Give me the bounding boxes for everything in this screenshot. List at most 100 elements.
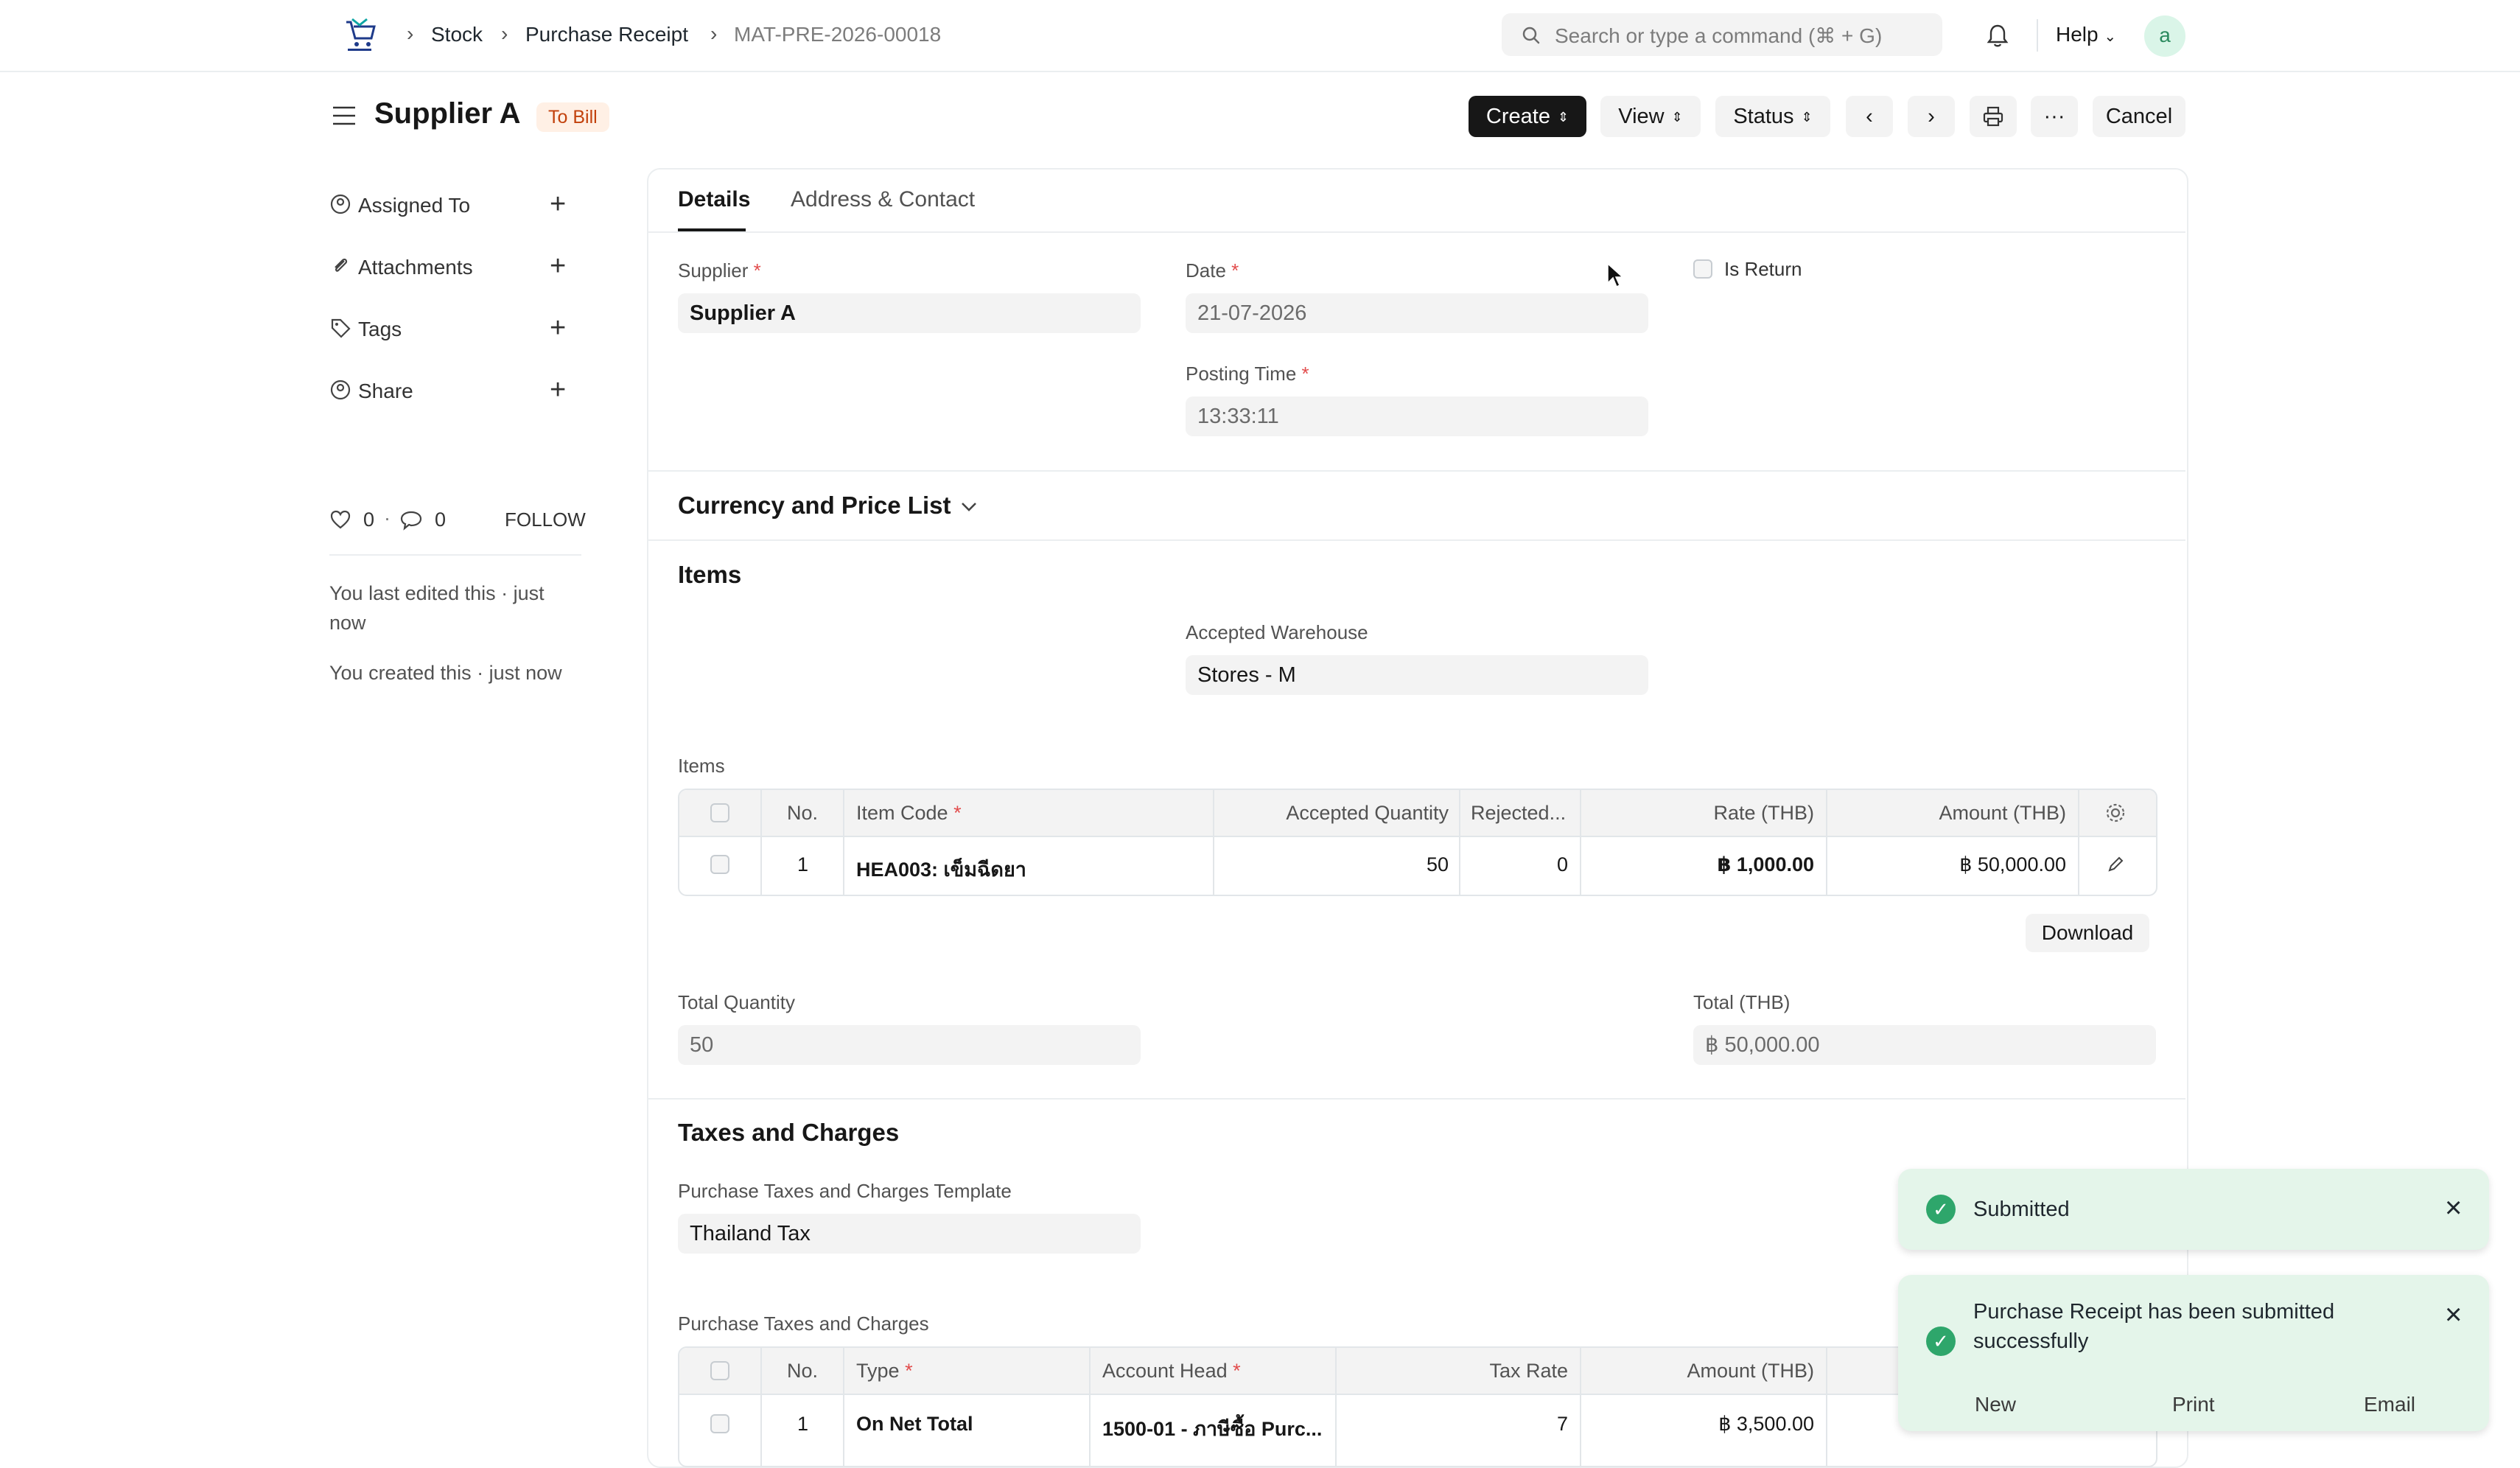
add-attachment-button[interactable]: + — [550, 252, 566, 280]
view-button[interactable]: View ⇕ — [1600, 96, 1701, 137]
download-button[interactable]: Download — [2026, 914, 2149, 952]
status-button[interactable]: Status ⇕ — [1715, 96, 1830, 137]
close-icon[interactable]: × — [2445, 1300, 2462, 1329]
bell-icon[interactable] — [1987, 24, 2009, 49]
chevron-right-icon: › — [710, 22, 718, 45]
column-divider — [843, 1348, 844, 1466]
close-icon[interactable]: × — [2445, 1193, 2462, 1223]
row-accepted-qty[interactable]: 50 — [1278, 853, 1449, 876]
row-type[interactable]: On Net Total — [856, 1413, 973, 1436]
tab-details[interactable]: Details — [678, 187, 750, 212]
search-placeholder: Search or type a command (⌘ + G) — [1555, 24, 1883, 47]
check-circle-icon: ✓ — [1926, 1195, 1956, 1224]
sidebar-item-attachments[interactable]: Attachments — [358, 256, 473, 279]
total-quantity-field: 50 — [678, 1025, 1141, 1065]
hamburger-menu-icon[interactable] — [332, 105, 357, 127]
row-tax-rate[interactable]: 7 — [1401, 1413, 1568, 1436]
sidebar-item-share[interactable]: Share — [358, 380, 413, 403]
breadcrumb-stock[interactable]: Stock — [431, 23, 483, 46]
cancel-button[interactable]: Cancel — [2093, 96, 2185, 137]
tax-template-field[interactable]: Thailand Tax — [678, 1214, 1141, 1254]
column-header-no: No. — [787, 802, 819, 824]
create-button[interactable]: Create ⇕ — [1469, 96, 1586, 137]
accepted-warehouse-label: Accepted Warehouse — [1186, 621, 1368, 643]
column-divider — [843, 790, 844, 895]
toast-print-button[interactable]: Print — [2172, 1393, 2215, 1416]
toast-submitted: ✓ Submitted × — [1898, 1169, 2489, 1250]
is-return-checkbox[interactable] — [1693, 259, 1712, 279]
status-badge: To Bill — [536, 102, 609, 132]
divider — [648, 1098, 2185, 1100]
column-divider — [1459, 790, 1460, 895]
heart-icon[interactable] — [329, 509, 351, 530]
column-header-item-code: Item Code * — [856, 802, 962, 824]
separator-dot: · — [384, 507, 391, 529]
comment-icon[interactable] — [399, 509, 423, 531]
column-divider — [1213, 790, 1214, 895]
supplier-field[interactable]: Supplier A — [678, 293, 1141, 333]
divider — [648, 470, 2185, 472]
row-item-code[interactable]: HEA003: เข็มฉีดยา — [856, 853, 1026, 885]
date-label: Date * — [1186, 259, 1239, 282]
chevron-right-icon: › — [1928, 105, 1935, 128]
row-checkbox[interactable] — [710, 855, 729, 874]
add-assigned-to-button[interactable]: + — [550, 190, 566, 218]
posting-time-field[interactable]: 13:33:11 — [1186, 396, 1648, 436]
edit-pencil-icon[interactable] — [2106, 855, 2125, 874]
divider — [2037, 19, 2038, 52]
divider — [648, 231, 2185, 233]
column-divider — [1335, 1348, 1337, 1466]
paperclip-icon — [335, 258, 348, 272]
column-divider — [1826, 790, 1827, 895]
app-logo[interactable] — [340, 16, 379, 55]
row-rejected[interactable]: 0 — [1471, 853, 1568, 876]
breadcrumb-purchase-receipt[interactable]: Purchase Receipt — [525, 23, 688, 46]
tab-address-contact[interactable]: Address & Contact — [791, 187, 975, 212]
gear-icon[interactable] — [2104, 802, 2127, 824]
toast-submitted-successfully: ✓ Purchase Receipt has been submitted su… — [1898, 1275, 2489, 1431]
row-no: 1 — [797, 1413, 809, 1435]
supplier-label: Supplier * — [678, 259, 761, 282]
sidebar-item-assigned-to[interactable]: Assigned To — [358, 194, 470, 217]
follow-button[interactable]: FOLLOW — [505, 508, 586, 531]
toast-new-button[interactable]: New — [1975, 1393, 2016, 1416]
currency-section-title[interactable]: Currency and Price List — [678, 492, 951, 520]
items-section-title: Items — [678, 561, 742, 588]
print-button[interactable] — [1970, 96, 2017, 137]
row-account-head[interactable]: 1500-01 - ภาษีซื้อ Purc... — [1102, 1413, 1322, 1444]
column-divider — [760, 790, 762, 895]
column-header-amount: Amount (THB) — [1939, 802, 2066, 824]
next-doc-button[interactable]: › — [1908, 96, 1955, 137]
add-share-button[interactable]: + — [550, 376, 566, 404]
sidebar-item-tags[interactable]: Tags — [358, 318, 402, 341]
avatar[interactable]: a — [2144, 15, 2185, 57]
more-actions-button[interactable]: ··· — [2031, 96, 2078, 137]
search-icon — [1522, 27, 1540, 44]
select-all-checkbox[interactable] — [710, 1361, 729, 1380]
taxes-section-title: Taxes and Charges — [678, 1119, 900, 1146]
row-checkbox[interactable] — [710, 1414, 729, 1433]
date-field[interactable]: 21-07-2026 — [1186, 293, 1648, 333]
previous-doc-button[interactable]: ‹ — [1846, 96, 1893, 137]
row-rate[interactable]: ฿ 1,000.00 — [1637, 853, 1814, 876]
breadcrumb-current[interactable]: MAT-PRE-2026-00018 — [734, 23, 941, 46]
help-menu[interactable]: Help ⌄ — [2056, 23, 2116, 46]
toast-message: Purchase Receipt has been submitted succ… — [1973, 1300, 2335, 1353]
column-header-rate: Rate (THB) — [1713, 802, 1814, 824]
tag-icon — [331, 318, 351, 338]
check-circle-icon: ✓ — [1926, 1327, 1956, 1356]
search-bar[interactable]: Search or type a command (⌘ + G) — [1502, 13, 1942, 56]
add-tag-button[interactable]: + — [550, 314, 566, 342]
accepted-warehouse-field[interactable]: Stores - M — [1186, 655, 1648, 695]
toast-email-button[interactable]: Email — [2364, 1393, 2415, 1416]
taxes-table-label: Purchase Taxes and Charges — [678, 1313, 929, 1335]
chevron-down-icon[interactable] — [959, 499, 979, 514]
toast-message: Submitted — [1973, 1198, 2070, 1221]
column-header-rejected: Rejected... — [1471, 802, 1567, 824]
page-title: Supplier A — [374, 97, 521, 130]
column-header-no: No. — [787, 1360, 819, 1382]
column-header-accepted-quantity: Accepted Quantity — [1286, 802, 1449, 824]
column-divider — [1826, 1348, 1827, 1466]
select-all-checkbox[interactable] — [710, 803, 729, 822]
assign-user-icon — [330, 194, 351, 214]
